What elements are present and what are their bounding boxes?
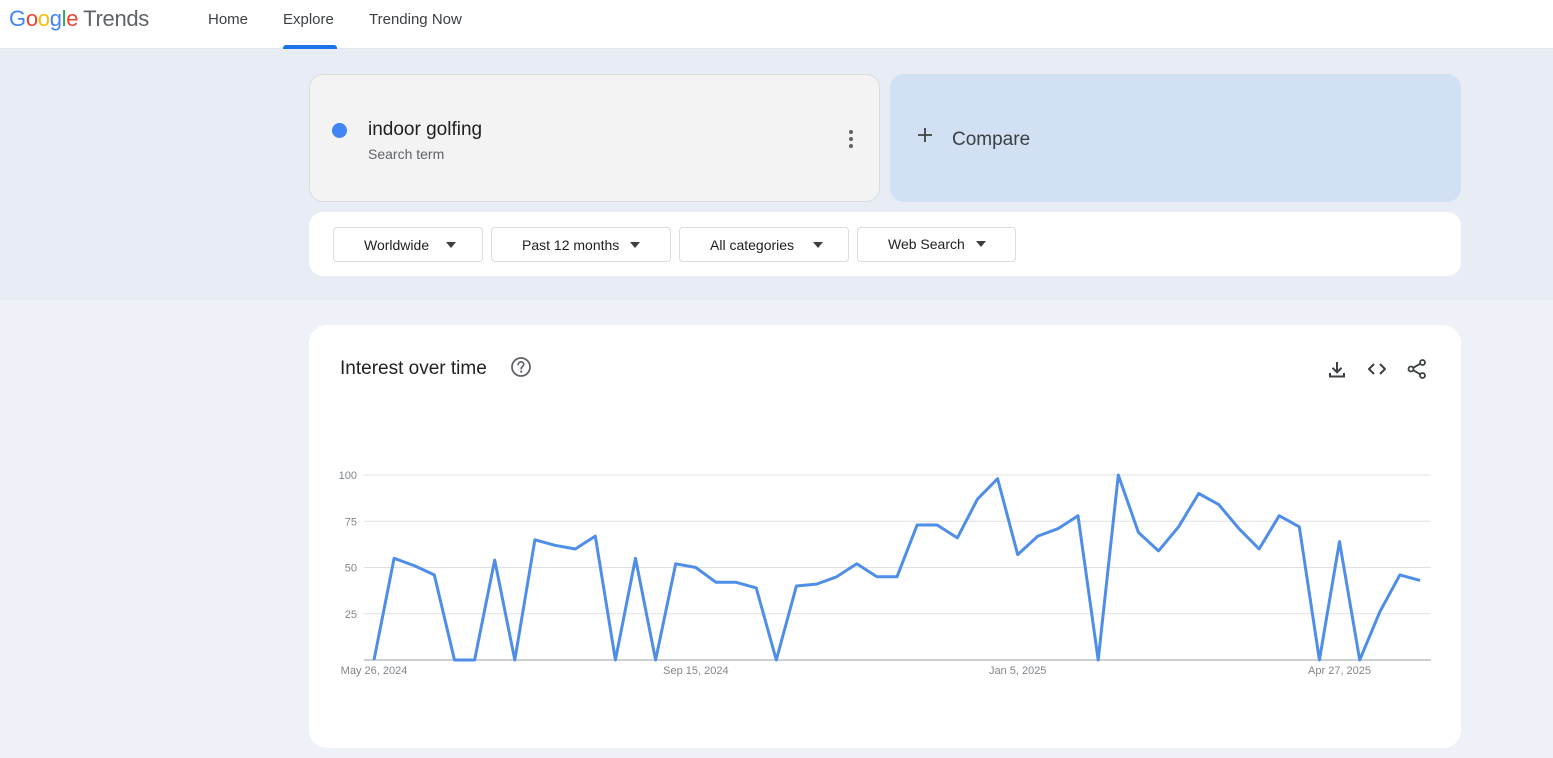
filter-search-type-label: Web Search [888,236,965,252]
top-app-bar: Google Trends Home Explore Trending Now [0,0,1553,49]
x-tick-label: May 26, 2024 [341,665,408,677]
filter-location[interactable]: Worldwide [333,227,483,262]
caret-down-icon [446,242,456,248]
filter-time-range-label: Past 12 months [522,237,620,253]
y-tick-label: 25 [345,609,357,621]
compare-label: Compare [952,129,1031,150]
nav-home[interactable]: Home [208,0,248,49]
caret-down-icon [976,241,986,247]
filter-category[interactable]: All categories [679,227,849,262]
y-tick-label: 100 [339,470,357,482]
x-tick-label: Jan 5, 2025 [989,665,1047,677]
more-vert-icon[interactable] [846,130,856,152]
y-tick-label: 75 [345,516,357,528]
filter-time-range[interactable]: Past 12 months [491,227,671,262]
search-term-card[interactable]: indoor golfing Search term [309,74,880,202]
logo-letter: e [66,6,79,31]
search-term-type: Search term [368,146,445,162]
interest-over-time-chart[interactable]: 25 50 75 100 May 26, 2024 Sep 15, 2024 Jan 5, … [309,325,1461,748]
y-tick-label: 50 [345,563,357,575]
filter-search-type[interactable]: Web Search [857,227,1016,262]
plus-icon [916,125,934,149]
logo-letter: G [9,6,26,31]
google-trends-logo[interactable]: Google Trends [9,6,149,32]
nav-explore[interactable]: Explore [283,0,334,49]
x-tick-label: Sep 15, 2024 [663,665,728,677]
compare-button[interactable]: Compare [890,74,1461,202]
caret-down-icon [630,242,640,248]
search-term-name[interactable]: indoor golfing [368,119,482,141]
filter-location-label: Worldwide [364,237,430,253]
logo-letter: o [25,6,38,31]
filter-bar: Worldwide Past 12 months All categories … [309,212,1461,276]
series-color-dot [332,123,347,138]
interest-over-time-card: Interest over time 25 50 75 100 May 26, 2024… [309,325,1461,748]
logo-letter: o [37,6,50,31]
x-tick-label: Apr 27, 2025 [1308,665,1371,677]
filter-category-label: All categories [710,237,795,253]
caret-down-icon [813,242,823,248]
nav-trending-now[interactable]: Trending Now [369,0,462,49]
logo-letter: g [49,6,62,31]
logo-trends-text: Trends [83,6,150,31]
